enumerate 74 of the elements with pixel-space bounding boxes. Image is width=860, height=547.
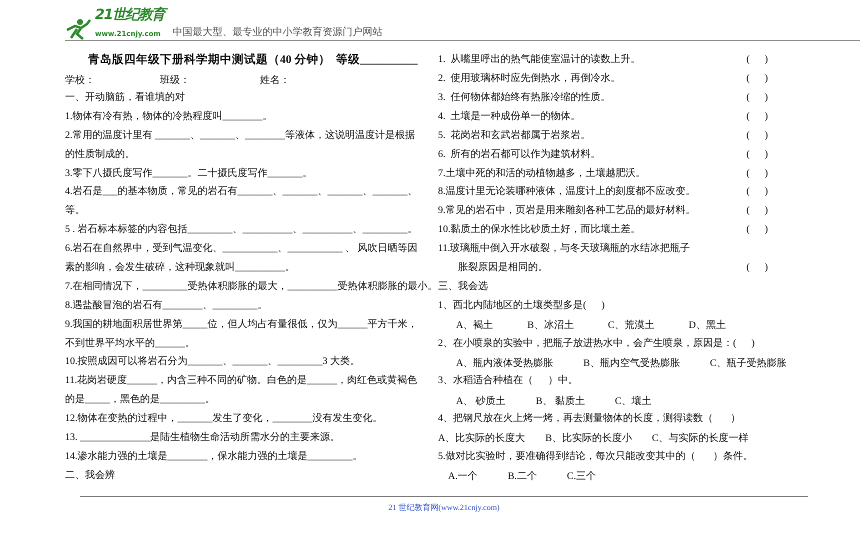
answer-parentheses: ( )	[746, 54, 768, 66]
question-text: 的是_____，黑色的是_________。	[65, 394, 215, 406]
section-heading: 一、开动脑筋，看谁填的对	[65, 92, 185, 103]
question-text: 13. ______________是陆生植物生命活动所需水分的主要来源。	[65, 432, 340, 443]
running-figure-icon	[65, 18, 91, 40]
exam-title: 青岛版四年级下册科学期中测试题（40 分钟）	[88, 54, 330, 66]
option-text: C.三个	[566, 470, 596, 484]
statement-text: 2. 使用玻璃杯时应先倒热水，再倒冷水。	[438, 73, 620, 84]
option-text: C、荒漠土	[608, 318, 655, 332]
option-text: A、比实际的长度大	[438, 432, 526, 446]
question-text: 8.遇盐酸冒泡的岩石有________、_________。	[65, 300, 268, 311]
option-text: C、与实际的长度一样	[652, 432, 749, 446]
answer-parentheses: ( )	[746, 168, 768, 179]
question-text: 2.常用的温度计里有 _______、_______、________等液体，这说明温度计是根据	[65, 130, 415, 141]
question-text: 1.物体有冷有热，物体的冷热程度叫________。	[65, 110, 272, 122]
question-text: 等。	[65, 205, 85, 216]
option-text: A、 砂质土	[456, 394, 506, 408]
answer-parentheses: ( )	[746, 92, 768, 103]
question-text: 3.零下八摄氏度写作_______。二十摄氏度写作_______。	[65, 168, 312, 179]
info-label: 班级：	[160, 74, 190, 86]
question-text: 1、西北内陆地区的土壤类型多是( )	[438, 300, 605, 311]
question-text: 的性质制成的。	[65, 148, 135, 160]
answer-parentheses: ( )	[746, 205, 768, 216]
info-label: 姓名：	[260, 74, 290, 86]
answer-parentheses: ( )	[746, 262, 768, 273]
statement-text: 7.土壤中死的和活的动植物越多，土壤越肥沃。	[438, 168, 646, 179]
question-text: 4.岩石是___的基本物质，常见的岩石有_______、_______、_______、_______、	[65, 186, 418, 198]
statement-text: 1. 从嘴里呼出的热气能使室温计的读数上升。	[438, 54, 640, 66]
answer-parentheses: ( )	[746, 148, 768, 160]
option-text: A.一个	[448, 470, 478, 484]
option-text: D、黑土	[688, 318, 726, 332]
section-heading: 三、我会选	[438, 280, 488, 292]
question-text: 10.按照成因可以将岩石分为_______、_______、_________3 大类。	[65, 356, 360, 368]
answer-parentheses: ( )	[746, 186, 768, 198]
statement-text: 4. 土壤是一种成份单一的物体。	[438, 110, 580, 122]
question-text: 5 . 岩石标本标签的内容包括_________、__________、__________、_________。	[65, 224, 418, 236]
statement-text: 5. 花岗岩和玄武岩都属于岩浆岩。	[438, 130, 590, 141]
question-text: 3、水稻适合种植在（ ）中。	[438, 375, 578, 386]
statement-text: 8.温度计里无论装哪种液体，温度计上的刻度都不应改变。	[438, 186, 696, 198]
footer-text: 21 世纪教育网(www.21cnjy.com)	[388, 502, 500, 514]
question-text: 7.在相同情况下，_________受热体积膨胀的最大，__________受热体积膨胀的最小。	[65, 280, 438, 292]
option-text: A、瓶内液体受热膨胀	[456, 356, 554, 370]
option-text: B、冰沼土	[527, 318, 574, 332]
section-heading: 二、我会辨	[65, 470, 115, 481]
option-text: C、壤土	[614, 394, 652, 408]
question-text: 素的影响，会发生破碎，这种现象就叫__________。	[65, 262, 295, 273]
tagline: 中国最大型、最专业的中小学教育资源门户网站	[172, 26, 382, 40]
question-text: 5.做对比实验时，要准确得到结论，每次只能改变其中的（ ）条件。	[438, 450, 753, 462]
option-text: B、 黏质土	[536, 394, 585, 408]
statement-text: 10.黏质土的保水性比砂质土好，而比壤土差。	[438, 224, 640, 236]
statement-text: 胀裂原因是相同的。	[458, 262, 548, 273]
option-text: C、瓶子受热膨胀	[710, 356, 787, 370]
info-label: 学校：	[65, 74, 95, 86]
statement-text: 11.玻璃瓶中倒入开水破裂，与冬天玻璃瓶的水结冰把瓶子	[438, 243, 690, 254]
question-text: 9.我国的耕地面积居世界第_____位，但人均占有量很低，仅为______平方千米，	[65, 318, 418, 330]
option-text: B、瓶内空气受热膨胀	[583, 356, 680, 370]
question-text: 不到世界平均水平的______。	[65, 338, 195, 349]
option-text: B.二个	[508, 470, 537, 484]
question-text: 2、在小喷泉的实验中，把瓶子放进热水中，会产生喷泉，原因是：( )	[438, 338, 755, 349]
question-text: 14.渗水能力强的土壤是________，保水能力强的土壤是_________。	[65, 450, 362, 462]
statement-text: 6. 所有的岩石都可以作为建筑材料。	[438, 148, 600, 160]
question-text: 11.花岗岩硬度______，内含三种不同的矿物。白色的是______，肉红色或黄褐色	[65, 375, 418, 386]
statement-text: 9.常见的岩石中，页岩是用来雕刻各种工艺品的最好材料。	[438, 205, 696, 216]
answer-parentheses: ( )	[746, 130, 768, 141]
answer-parentheses: ( )	[746, 110, 768, 122]
question-text: 12.物体在变热的过程中，_______发生了变化，________没有发生变化。	[65, 413, 382, 424]
option-text: B、比实际的长度小	[545, 432, 632, 446]
answer-parentheses: ( )	[746, 73, 768, 84]
question-text: 6.岩石在自然界中，受到气温变化、___________、___________ 、 风吹日晒等因	[65, 243, 418, 254]
answer-parentheses: ( )	[746, 224, 768, 236]
question-text: 4、把钢尺放在火上烤一烤，再去测量物体的长度，测得读数（ ）	[438, 413, 740, 424]
grade-field: 等级__________	[336, 54, 418, 66]
option-text: A、褐土	[456, 318, 494, 332]
statement-text: 3. 任何物体都始终有热胀冷缩的性质。	[438, 92, 610, 103]
